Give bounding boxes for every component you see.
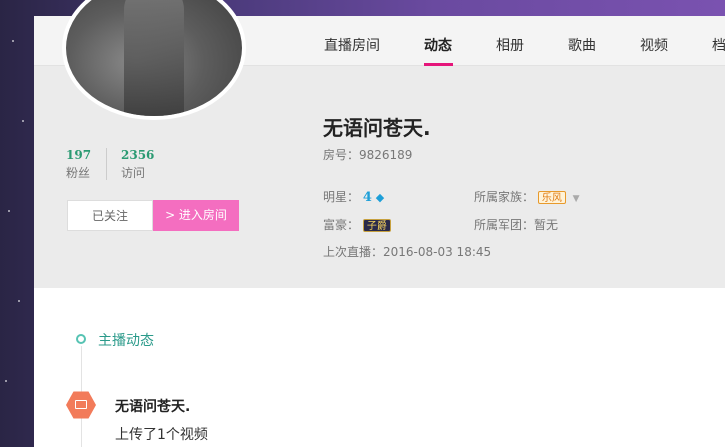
fans-label: 粉丝 [66, 166, 91, 180]
group-row: 所属军团：暂无 [474, 216, 558, 233]
video-icon [75, 400, 87, 409]
enter-room-button[interactable]: > 进入房间 [153, 200, 239, 231]
tab-live-room[interactable]: 直播房间 [324, 35, 380, 55]
profile-card: 直播房间 动态 相册 歌曲 视频 档 197 粉丝 2356 访问 已关注 > … [34, 0, 725, 447]
family-label: 所属家族： [474, 190, 535, 204]
post-text: 上传了1个视频 [115, 427, 208, 443]
family-badge[interactable]: 乐风 [537, 191, 566, 204]
tab-archive[interactable]: 档 [712, 35, 725, 55]
stats-divider [106, 148, 107, 180]
star-row: 明星： 4 ◆ [323, 188, 384, 205]
group-text: 所属军团：暂无 [474, 218, 559, 232]
follow-button[interactable]: 已关注 [67, 200, 153, 231]
timeline-title: 主播动态 [98, 333, 154, 349]
streamer-name: 无语问苍天. [323, 116, 431, 140]
fans-count: 197 [66, 148, 92, 162]
background-star [8, 210, 10, 212]
room-number: 房号：9826189 [323, 148, 413, 162]
timeline-dot [76, 334, 86, 344]
background-star [22, 120, 24, 122]
family-row: 所属家族： 乐风 ▼ [474, 188, 580, 205]
caret-down-icon[interactable]: ▼ [573, 194, 580, 204]
last-live-text: 上次直播：2016-08-03 18:45 [323, 245, 492, 259]
active-tab-indicator [424, 63, 453, 66]
tab-videos[interactable]: 视频 [640, 35, 668, 55]
last-live-row: 上次直播：2016-08-03 18:45 [323, 243, 491, 260]
rich-rank-badge: 子爵 [362, 219, 391, 232]
star-level: 4 [362, 190, 372, 205]
tab-songs[interactable]: 歌曲 [568, 35, 596, 55]
post-author[interactable]: 无语问苍天. [115, 396, 190, 416]
background-star [5, 380, 7, 382]
rich-row: 富豪： 子爵 [323, 216, 391, 233]
background-star [18, 300, 20, 302]
star-label: 明星： [323, 190, 360, 204]
visits-label: 访问 [121, 166, 146, 180]
fans-stat[interactable]: 197 粉丝 [66, 148, 126, 181]
visits-stat: 2356 访问 [121, 148, 181, 181]
avatar-figure [124, 0, 184, 116]
visits-count: 2356 [121, 148, 155, 162]
tab-activity[interactable]: 动态 [424, 35, 452, 55]
tab-album[interactable]: 相册 [496, 35, 524, 55]
background-star [12, 40, 14, 42]
diamond-icon: ◆ [375, 191, 385, 204]
rich-label: 富豪： [323, 218, 360, 232]
